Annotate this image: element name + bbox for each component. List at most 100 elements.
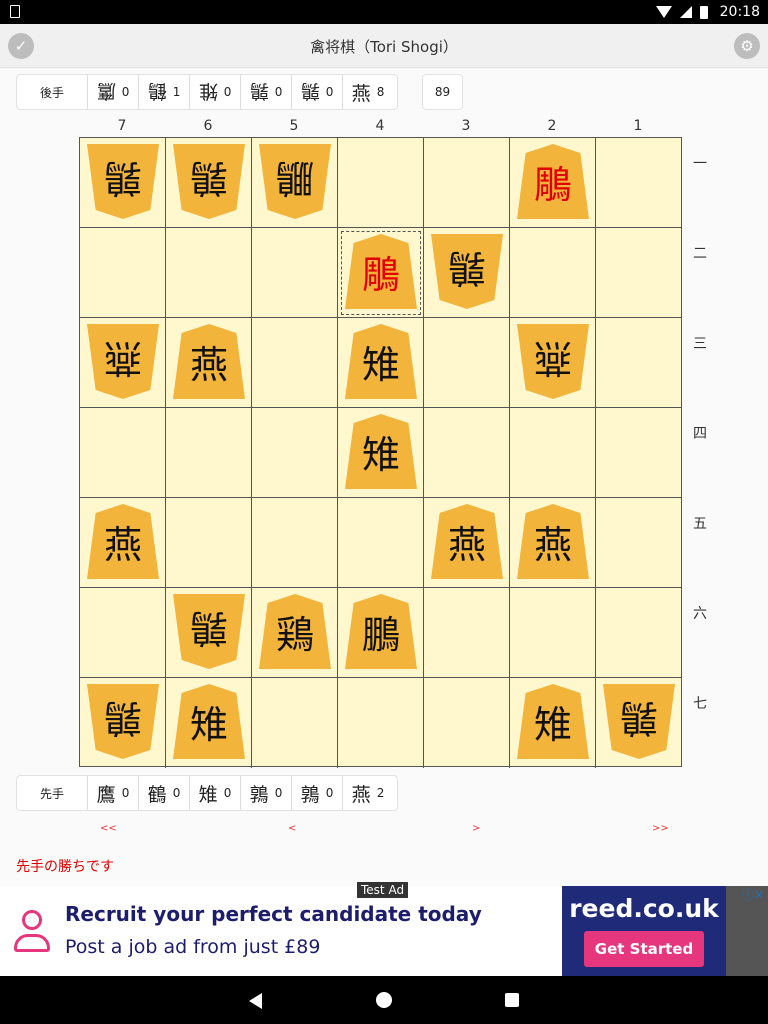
get-started-button[interactable]: Get Started [584, 931, 704, 967]
sente-hand-item[interactable]: 雉0 [189, 776, 240, 810]
gote-piece[interactable]: 鶉 [87, 684, 159, 759]
board-cell[interactable] [424, 678, 510, 768]
sente-piece[interactable]: 鵰 [517, 144, 589, 219]
board-cell[interactable] [424, 138, 510, 228]
board-cell[interactable]: 鵬 [338, 588, 424, 678]
back-icon[interactable] [249, 993, 262, 1009]
ad-banner[interactable]: Test Ad Recruit your perfect candidate t… [0, 882, 768, 976]
gote-hand-item[interactable]: 鶉0 [240, 75, 291, 109]
board-cell[interactable]: 鶉 [80, 678, 166, 768]
board-cell[interactable]: 雉 [338, 408, 424, 498]
board-cell[interactable] [252, 318, 338, 408]
settings-gear-icon[interactable]: ⚙ [734, 33, 760, 59]
board-cell[interactable]: 鵬 [252, 138, 338, 228]
board-cell[interactable]: 鵰 [510, 138, 596, 228]
gote-piece[interactable]: 燕 [517, 324, 589, 399]
sente-hand-item[interactable]: 鶉0 [240, 776, 291, 810]
sente-hand-item[interactable]: 鷹0 [87, 776, 138, 810]
sente-piece[interactable]: 鵬 [345, 594, 417, 669]
sente-piece[interactable]: 燕 [431, 504, 503, 579]
board-cell[interactable] [596, 138, 682, 228]
sente-piece[interactable]: 燕 [87, 504, 159, 579]
board-cell[interactable] [252, 678, 338, 768]
board-cell[interactable]: 燕 [424, 498, 510, 588]
board-cell[interactable] [338, 498, 424, 588]
board-cell[interactable]: 鶉 [424, 228, 510, 318]
board-cell[interactable] [80, 588, 166, 678]
board-cell[interactable] [510, 228, 596, 318]
sente-hand-item[interactable]: 燕2 [342, 776, 393, 810]
board-cell[interactable] [338, 678, 424, 768]
sente-piece[interactable]: 雉 [345, 414, 417, 489]
board-cell[interactable] [510, 408, 596, 498]
board-cell[interactable]: 鶉 [166, 138, 252, 228]
board-cell[interactable]: 燕 [166, 318, 252, 408]
board-cell[interactable] [424, 588, 510, 678]
ad-headline[interactable]: Recruit your perfect candidate today [65, 902, 482, 926]
clock: 20:18 [719, 4, 760, 20]
board-cell[interactable]: 鶉 [596, 678, 682, 768]
sente-piece[interactable]: 鵰 [345, 234, 417, 309]
sente-hand-item[interactable]: 鶴0 [138, 776, 189, 810]
game-result: 先手の勝ちです [16, 859, 114, 875]
home-icon[interactable] [376, 992, 392, 1008]
board-cell[interactable]: 燕 [510, 318, 596, 408]
sente-piece[interactable]: 鶏 [259, 594, 331, 669]
board-cell[interactable] [166, 228, 252, 318]
board-cell[interactable] [596, 588, 682, 678]
gote-piece[interactable]: 鶉 [431, 234, 503, 309]
ad-close-icon[interactable]: ⓘ✕ [742, 886, 764, 903]
board-cell[interactable] [252, 498, 338, 588]
board-cell[interactable]: 雉 [338, 318, 424, 408]
board-cell[interactable] [166, 408, 252, 498]
board-cell[interactable] [252, 228, 338, 318]
board-cell[interactable]: 鶉 [80, 138, 166, 228]
sente-piece[interactable]: 燕 [517, 504, 589, 579]
board-cell[interactable] [510, 588, 596, 678]
gote-piece[interactable]: 鵬 [259, 144, 331, 219]
board-cell[interactable] [596, 318, 682, 408]
column-number: 5 [289, 118, 299, 134]
sente-piece[interactable]: 燕 [173, 324, 245, 399]
board-cell[interactable] [252, 408, 338, 498]
gote-hand-item[interactable]: 鶉0 [291, 75, 342, 109]
board-cell[interactable] [424, 318, 510, 408]
board-cell[interactable]: 鶏 [252, 588, 338, 678]
board-cell[interactable] [338, 138, 424, 228]
ad-brand[interactable]: reed.co.uk Get Started [562, 886, 726, 976]
app-bar: ✓ 禽将棋（Tori Shogi） ⚙ [0, 24, 768, 68]
board-cell[interactable]: 燕 [510, 498, 596, 588]
app-title: 禽将棋（Tori Shogi） [310, 38, 458, 56]
board-cell[interactable] [80, 228, 166, 318]
nav-prev-button[interactable]: < [288, 823, 296, 834]
board-cell[interactable] [596, 498, 682, 588]
sente-piece[interactable]: 雉 [173, 684, 245, 759]
gote-hand-item[interactable]: 雉0 [189, 75, 240, 109]
board-cell[interactable]: 燕 [80, 318, 166, 408]
board-cell[interactable] [166, 498, 252, 588]
board-cell[interactable] [80, 408, 166, 498]
nav-first-button[interactable]: << [100, 823, 117, 834]
sente-piece[interactable]: 雉 [345, 324, 417, 399]
gote-piece[interactable]: 鶉 [603, 684, 675, 759]
gote-hand-item[interactable]: 鶴1 [138, 75, 189, 109]
gote-piece[interactable]: 燕 [87, 324, 159, 399]
sente-hand-item[interactable]: 鶉0 [291, 776, 342, 810]
nav-next-button[interactable]: > [472, 823, 480, 834]
gote-piece[interactable]: 鶉 [173, 144, 245, 219]
recents-icon[interactable] [505, 993, 519, 1007]
board-cell[interactable]: 鵰 [338, 228, 424, 318]
board-cell[interactable] [596, 228, 682, 318]
gote-hand-item[interactable]: 鷹0 [87, 75, 138, 109]
gote-piece[interactable]: 鶉 [87, 144, 159, 219]
board-cell[interactable]: 鶉 [166, 588, 252, 678]
gote-hand-item[interactable]: 燕8 [342, 75, 393, 109]
board-cell[interactable]: 雉 [510, 678, 596, 768]
sente-piece[interactable]: 雉 [517, 684, 589, 759]
board-cell[interactable]: 燕 [80, 498, 166, 588]
board-cell[interactable] [424, 408, 510, 498]
gote-piece[interactable]: 鶉 [173, 594, 245, 669]
nav-last-button[interactable]: >> [652, 823, 669, 834]
board-cell[interactable] [596, 408, 682, 498]
board-cell[interactable]: 雉 [166, 678, 252, 768]
